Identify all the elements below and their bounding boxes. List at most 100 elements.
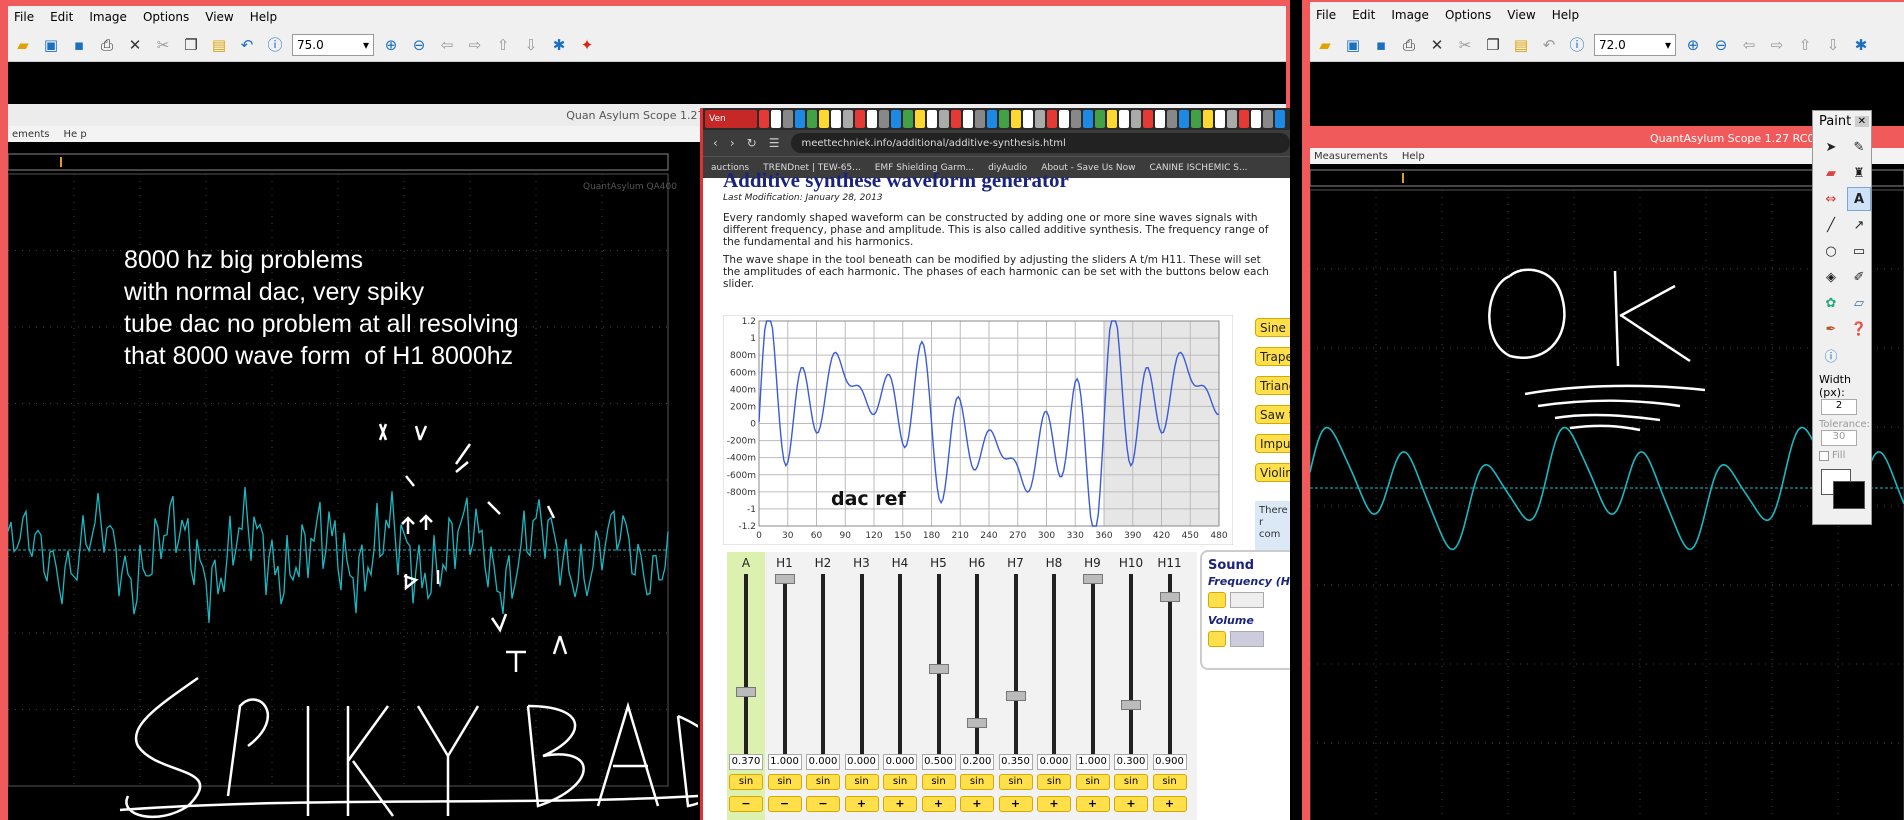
plugin-icon[interactable]: ✦ xyxy=(576,34,598,56)
arrow-left-icon[interactable]: ⇦ xyxy=(1738,34,1760,56)
address-bar[interactable]: meettechniek.info/additional/additive-sy… xyxy=(791,133,1290,153)
browser-tab[interactable] xyxy=(819,110,829,128)
undo-icon[interactable]: ↶ xyxy=(236,34,258,56)
browser-tab[interactable] xyxy=(1275,110,1285,128)
line-icon[interactable]: ╱ xyxy=(1819,213,1843,237)
slider-thumb[interactable] xyxy=(774,574,795,584)
slider-value-field[interactable]: 1.000 xyxy=(767,754,802,770)
move-up-icon[interactable]: ⇧ xyxy=(1794,34,1816,56)
volume-field[interactable] xyxy=(1230,631,1264,647)
close-icon[interactable]: ✕ xyxy=(124,34,146,56)
menu-help[interactable]: Help xyxy=(1552,8,1579,22)
slider-track[interactable] xyxy=(1013,574,1018,769)
preset-button[interactable]: Trapez xyxy=(1255,347,1290,366)
arrow-left-icon[interactable]: ⇦ xyxy=(436,34,458,56)
menu-options[interactable]: Options xyxy=(143,10,189,24)
slider-track[interactable] xyxy=(782,574,787,769)
paste-icon[interactable]: ▤ xyxy=(1510,34,1532,56)
browser-tab[interactable] xyxy=(1047,110,1057,128)
menu-file[interactable]: File xyxy=(1316,8,1336,22)
zoom-select[interactable]: 75.0 ▾ xyxy=(292,33,374,56)
slider-track[interactable] xyxy=(898,574,902,769)
browser-tab[interactable] xyxy=(963,110,973,128)
browser-tab[interactable] xyxy=(939,110,949,128)
menu-help[interactable]: Help xyxy=(250,10,277,24)
paste-icon[interactable]: ▤ xyxy=(208,34,230,56)
open-folder-icon[interactable]: ▰ xyxy=(12,34,34,56)
preset-button[interactable]: Saw to xyxy=(1255,405,1290,424)
slider-track[interactable] xyxy=(975,574,979,769)
phase-sin-button[interactable]: sin xyxy=(1114,774,1148,790)
zoom-out-icon[interactable]: ⊖ xyxy=(408,34,430,56)
phase-sign-button[interactable]: − xyxy=(729,796,763,812)
phase-sign-button[interactable]: + xyxy=(883,796,917,812)
slider-thumb[interactable] xyxy=(1121,700,1141,710)
menu-view[interactable]: View xyxy=(1507,8,1535,22)
slider-thumb[interactable] xyxy=(1159,592,1180,602)
phase-sign-button[interactable]: + xyxy=(1075,796,1110,812)
phase-sin-button[interactable]: sin xyxy=(767,774,802,790)
pencil-icon[interactable]: ✎ xyxy=(1847,135,1871,159)
slider-track[interactable] xyxy=(1090,574,1095,769)
browser-tab[interactable] xyxy=(1095,110,1105,128)
image-icon[interactable]: ▣ xyxy=(40,34,62,56)
scope-menu-help[interactable]: Help xyxy=(1402,151,1425,162)
text-tool-icon[interactable]: A xyxy=(1847,187,1871,211)
slider-value-field[interactable]: 0.900 xyxy=(1152,754,1187,770)
effects-icon[interactable]: ✿ xyxy=(1819,291,1843,315)
slider-track[interactable] xyxy=(1129,574,1133,769)
clone-stamp-icon[interactable]: ♜ xyxy=(1847,161,1871,185)
slider-track[interactable] xyxy=(744,574,748,769)
tools-icon[interactable]: ✱ xyxy=(548,34,570,56)
resize-icon[interactable]: ⇔ xyxy=(1819,187,1843,211)
browser-tab[interactable] xyxy=(1011,110,1021,128)
slider-value-field[interactable]: 0.000 xyxy=(1037,754,1071,770)
phase-sin-button[interactable]: sin xyxy=(960,774,994,790)
slider-track[interactable] xyxy=(821,574,825,769)
arrow-line-icon[interactable]: ↗ xyxy=(1847,213,1871,237)
arrow-right-icon[interactable]: ⇨ xyxy=(1766,34,1788,56)
phase-sign-button[interactable]: + xyxy=(1152,796,1187,812)
browser-tab[interactable] xyxy=(759,110,769,128)
phase-sign-button[interactable]: + xyxy=(1037,796,1071,812)
color-swatches[interactable] xyxy=(1821,469,1865,509)
slider-value-field[interactable]: 0.300 xyxy=(1114,754,1148,770)
back-icon[interactable]: ‹ xyxy=(713,136,718,150)
color-picker-icon[interactable]: ✐ xyxy=(1847,265,1871,289)
phase-sin-button[interactable]: sin xyxy=(1037,774,1071,790)
preset-button[interactable]: Triangl xyxy=(1255,376,1290,395)
ellipse-icon[interactable]: ○ xyxy=(1819,239,1843,263)
slider-value-field[interactable]: 0.000 xyxy=(806,754,840,770)
phase-sign-button[interactable]: + xyxy=(998,796,1033,812)
scope-menu-help[interactable]: He p xyxy=(64,129,87,140)
browser-tab[interactable] xyxy=(879,110,889,128)
browser-tab[interactable] xyxy=(843,110,853,128)
browser-tab[interactable] xyxy=(951,110,961,128)
browser-tab[interactable] xyxy=(1083,110,1093,128)
info-icon[interactable]: ⓘ xyxy=(1566,34,1588,56)
site-settings-icon[interactable]: ☰ xyxy=(769,136,780,150)
perspective-icon[interactable]: ▱ xyxy=(1847,291,1871,315)
browser-tab[interactable] xyxy=(999,110,1009,128)
slider-value-field[interactable]: 0.500 xyxy=(921,754,956,770)
bookmark-item[interactable]: CANINE ISCHEMIC S... xyxy=(1149,163,1247,173)
forward-icon[interactable]: › xyxy=(730,136,735,150)
browser-tab[interactable] xyxy=(903,110,913,128)
browser-tab[interactable] xyxy=(975,110,985,128)
copy-icon[interactable]: ❐ xyxy=(180,34,202,56)
select-arrow-icon[interactable]: ➤ xyxy=(1819,135,1843,159)
browser-tab[interactable] xyxy=(927,110,937,128)
slider-track[interactable] xyxy=(1052,574,1056,769)
menu-image[interactable]: Image xyxy=(1391,8,1429,22)
open-folder-icon[interactable]: ▰ xyxy=(1314,34,1336,56)
image-icon[interactable]: ▣ xyxy=(1342,34,1364,56)
tools-icon[interactable]: ✱ xyxy=(1850,34,1872,56)
freq-down-button[interactable] xyxy=(1208,592,1226,608)
move-down-icon[interactable]: ⇩ xyxy=(520,34,542,56)
browser-tab[interactable] xyxy=(915,110,925,128)
browser-tab[interactable] xyxy=(1215,110,1225,128)
browser-tab[interactable] xyxy=(831,110,841,128)
menu-edit[interactable]: Edit xyxy=(50,10,73,24)
tolerance-input[interactable]: 30 xyxy=(1821,430,1857,446)
browser-tab[interactable] xyxy=(1035,110,1045,128)
